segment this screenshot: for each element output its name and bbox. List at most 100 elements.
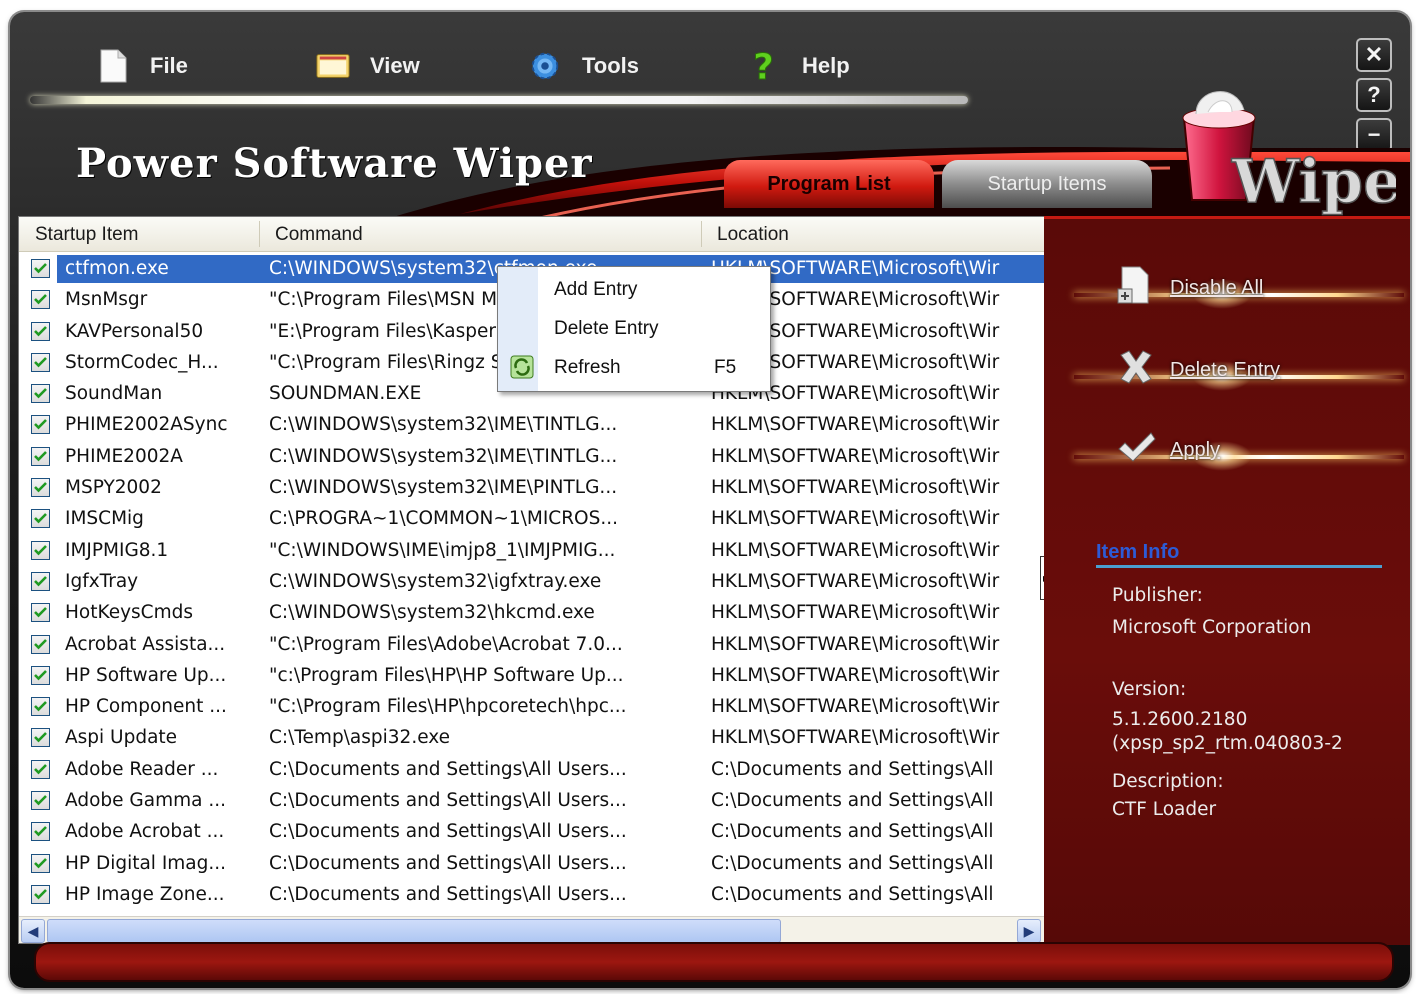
row-startup-item: IMJPMIG8.1 bbox=[65, 539, 169, 561]
context-menu: Add Entry Delete Entry Refresh F5 bbox=[497, 266, 771, 392]
row-checkbox[interactable] bbox=[31, 259, 50, 278]
menu-tools[interactable]: Tools bbox=[528, 46, 639, 86]
row-command: C:\WINDOWS\system32\IME\TINTLG... bbox=[269, 445, 618, 467]
table-row[interactable]: HP Image Zone... C:\Documents and Setting… bbox=[19, 881, 1045, 912]
row-checkbox[interactable] bbox=[31, 665, 50, 685]
row-checkbox[interactable] bbox=[31, 884, 50, 904]
delete-entry-button[interactable]: Delete Entry bbox=[1074, 341, 1404, 401]
item-info-title: Item Info bbox=[1096, 541, 1180, 563]
row-checkbox[interactable] bbox=[31, 634, 50, 654]
checkmark-icon bbox=[34, 701, 47, 712]
column-startup-item[interactable]: Startup Item bbox=[35, 224, 139, 246]
row-startup-item: HP Image Zone... bbox=[65, 883, 225, 905]
tab-program-list[interactable]: Program List bbox=[724, 160, 934, 208]
row-checkbox[interactable] bbox=[31, 603, 50, 623]
row-checkbox[interactable] bbox=[31, 853, 50, 873]
tab-startup-items-label: Startup Items bbox=[987, 172, 1107, 195]
version-label: Version: bbox=[1112, 679, 1187, 700]
scroll-left-arrow-icon[interactable]: ◀ bbox=[21, 919, 45, 943]
row-startup-item: MSPY2002 bbox=[65, 477, 162, 499]
row-startup-item: IMSCMig bbox=[65, 508, 144, 530]
menu-help-label: Help bbox=[802, 53, 850, 78]
row-checkbox[interactable] bbox=[31, 321, 50, 341]
context-delete-entry[interactable]: Delete Entry bbox=[554, 318, 659, 340]
table-row[interactable]: HP Component ... "C:\Program Files\HP\hpc… bbox=[19, 693, 1045, 724]
row-startup-item: SoundMan bbox=[65, 383, 163, 405]
checkmark-icon bbox=[34, 638, 47, 649]
delete-entry-label: Delete Entry bbox=[1170, 359, 1281, 381]
table-row[interactable]: HotKeysCmds C:\WINDOWS\system32\hkcmd.exe… bbox=[19, 599, 1045, 630]
row-checkbox[interactable] bbox=[31, 571, 50, 591]
table-row[interactable]: MSPY2002 C:\WINDOWS\system32\IME\PINTLG..… bbox=[19, 474, 1045, 505]
menu-underline-glow bbox=[30, 96, 968, 104]
row-location: C:\Documents and Settings\All bbox=[711, 821, 994, 843]
row-checkbox[interactable] bbox=[31, 415, 50, 435]
row-command: C:\Documents and Settings\All Users... bbox=[269, 883, 627, 905]
column-command[interactable]: Command bbox=[275, 224, 363, 246]
checkmark-icon bbox=[34, 294, 47, 305]
row-checkbox[interactable] bbox=[31, 446, 50, 466]
apply-button[interactable]: Apply bbox=[1074, 421, 1404, 481]
side-panel: Disable All Delete Entry Apply Item Info… bbox=[1044, 216, 1410, 945]
close-button[interactable]: ✕ bbox=[1356, 38, 1392, 72]
table-row[interactable]: Acrobat Assista... "C:\Program Files\Adob… bbox=[19, 631, 1045, 662]
row-location: HKLM\SOFTWARE\Microsoft\Wir bbox=[711, 477, 1000, 499]
table-row[interactable]: PHIME2002ASync C:\WINDOWS\system32\IME\TI… bbox=[19, 411, 1045, 442]
row-location: C:\Documents and Settings\All bbox=[711, 758, 994, 780]
tab-program-list-label: Program List bbox=[767, 172, 891, 195]
file-icon bbox=[96, 49, 130, 83]
row-checkbox[interactable] bbox=[31, 478, 50, 498]
menu-help[interactable]: ? Help bbox=[748, 46, 850, 86]
table-row[interactable]: Aspi Update C:\Temp\aspi32.exe HKLM\SOFTWA… bbox=[19, 724, 1045, 755]
row-command: "C:\WINDOWS\IME\imjp8_1\IMJPMIG... bbox=[269, 539, 616, 561]
row-checkbox[interactable] bbox=[31, 822, 50, 842]
row-checkbox[interactable] bbox=[31, 697, 50, 717]
table-row[interactable]: IMJPMIG8.1 "C:\WINDOWS\IME\imjp8_1\IMJPMI… bbox=[19, 537, 1045, 568]
row-location: HKLM\SOFTWARE\Microsoft\Wir bbox=[711, 664, 1000, 686]
row-checkbox[interactable] bbox=[31, 384, 50, 404]
checkmark-icon bbox=[34, 325, 47, 336]
table-row[interactable]: HP Software Up... "c:\Program Files\HP\HP… bbox=[19, 662, 1045, 693]
row-location: C:\Documents and Settings\All bbox=[711, 790, 994, 812]
publisher-label: Publisher: bbox=[1112, 585, 1203, 606]
menu-file-label: File bbox=[150, 53, 188, 78]
column-location[interactable]: Location bbox=[717, 224, 789, 246]
table-row[interactable]: Adobe Gamma ... C:\Documents and Settings… bbox=[19, 787, 1045, 818]
refresh-icon bbox=[510, 355, 534, 384]
table-row[interactable]: IMSCMig C:\PROGRA~1\COMMON~1\MICROS... HKL… bbox=[19, 505, 1045, 536]
help-question-icon: ? bbox=[748, 47, 782, 85]
tab-startup-items[interactable]: Startup Items bbox=[942, 160, 1152, 208]
checkmark-icon bbox=[34, 356, 47, 368]
row-checkbox[interactable] bbox=[31, 290, 50, 310]
horizontal-scrollbar[interactable]: ◀ ▶ bbox=[19, 916, 1045, 943]
table-row[interactable]: Adobe Acrobat ... C:\Documents and Settin… bbox=[19, 818, 1045, 849]
table-row[interactable]: HP Digital Imag... C:\Documents and Setti… bbox=[19, 850, 1045, 881]
disable-document-icon bbox=[1116, 265, 1156, 305]
close-icon: ✕ bbox=[1364, 42, 1384, 67]
row-checkbox[interactable] bbox=[31, 540, 50, 560]
version-value: 5.1.2600.2180 bbox=[1112, 709, 1248, 730]
row-startup-item: KAVPersonal50 bbox=[65, 320, 204, 342]
row-checkbox[interactable] bbox=[31, 728, 50, 748]
row-checkbox[interactable] bbox=[31, 509, 50, 529]
context-add-entry[interactable]: Add Entry bbox=[554, 279, 637, 301]
table-row[interactable]: PHIME2002A C:\WINDOWS\system32\IME\TINTLG… bbox=[19, 443, 1045, 474]
checkmark-icon bbox=[34, 576, 47, 587]
row-startup-item: PHIME2002ASync bbox=[65, 414, 228, 436]
row-checkbox[interactable] bbox=[31, 352, 50, 372]
row-startup-item: Adobe Gamma ... bbox=[65, 790, 226, 812]
checkmark-icon bbox=[34, 889, 47, 900]
row-startup-item: ctfmon.exe bbox=[65, 258, 169, 279]
table-row[interactable]: Adobe Reader ... C:\Documents and Setting… bbox=[19, 756, 1045, 787]
table-row[interactable]: IgfxTray C:\WINDOWS\system32\igfxtray.exe… bbox=[19, 568, 1045, 599]
scroll-thumb[interactable] bbox=[47, 919, 781, 943]
row-checkbox[interactable] bbox=[31, 759, 50, 779]
row-location: HKLM\SOFTWARE\Microsoft\Wir bbox=[711, 414, 1000, 436]
disable-all-button[interactable]: Disable All bbox=[1074, 259, 1404, 319]
menu-view[interactable]: View bbox=[316, 46, 420, 86]
context-refresh[interactable]: Refresh bbox=[554, 357, 621, 379]
checkmark-icon bbox=[34, 544, 47, 556]
scroll-right-arrow-icon[interactable]: ▶ bbox=[1017, 919, 1041, 943]
row-checkbox[interactable] bbox=[31, 791, 50, 811]
menu-file[interactable]: File bbox=[96, 46, 188, 86]
